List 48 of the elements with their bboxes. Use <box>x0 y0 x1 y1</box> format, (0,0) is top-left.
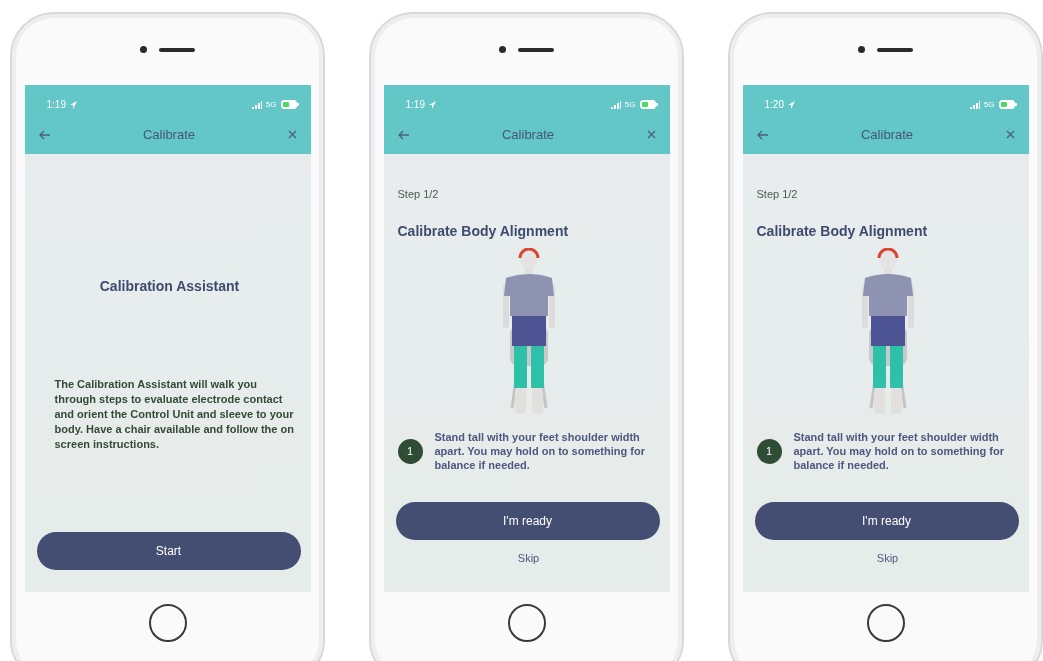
back-arrow-icon <box>38 129 51 140</box>
close-icon <box>287 130 297 139</box>
step-label: Step 1/2 <box>397 188 440 200</box>
location-icon <box>69 100 77 109</box>
description-text: The Calibration Assistant will walk you through steps to evaluate electrode contact and orient the Control Unit and sleeve to your body. Have a chair available and follow the on screen instructions. <box>54 377 295 452</box>
back-arrow-icon <box>397 129 410 140</box>
speaker-slot <box>518 47 554 52</box>
signal-icon <box>610 100 621 109</box>
instruction-text: Stand tall with your feet shoulder width apart. You may hold on to something for balance if needed. <box>793 430 1005 472</box>
close-icon <box>1005 130 1015 139</box>
skip-link[interactable]: Skip <box>517 552 540 564</box>
ready-button[interactable]: I'm ready <box>754 502 1019 540</box>
status-time: 1:19 <box>405 99 425 110</box>
heading: Calibrate Body Alignment <box>756 223 929 239</box>
instruction-text: Stand tall with your feet shoulder width apart. You may hold on to something for balance if needed. <box>434 430 646 472</box>
battery-icon <box>998 100 1017 109</box>
screen-title: Calibrate <box>143 127 195 142</box>
back-arrow-icon <box>756 129 769 140</box>
home-button[interactable] <box>866 604 905 642</box>
start-button[interactable]: Start <box>36 532 301 570</box>
ready-button[interactable]: I'm ready <box>395 502 660 540</box>
step-number-badge: 1 <box>397 438 423 464</box>
status-time: 1:20 <box>764 99 784 110</box>
battery-icon <box>639 100 658 109</box>
speaker-slot <box>159 47 195 52</box>
heading: Calibrate Body Alignment <box>397 223 570 239</box>
location-icon <box>787 100 795 109</box>
speaker-slot <box>877 47 913 52</box>
heading: Calibration Assistant <box>98 278 241 294</box>
screen-title: Calibrate <box>861 127 913 142</box>
signal-icon <box>251 100 262 109</box>
camera-dot <box>140 46 147 53</box>
network-label: 5G <box>983 100 995 109</box>
network-label: 5G <box>265 100 277 109</box>
battery-icon <box>280 100 299 109</box>
status-time: 1:19 <box>46 99 66 110</box>
step-number-badge: 1 <box>756 438 782 464</box>
camera-dot <box>858 46 865 53</box>
screen-title: Calibrate <box>502 127 554 142</box>
close-icon <box>646 130 656 139</box>
home-button[interactable] <box>507 604 546 642</box>
signal-icon <box>969 100 980 109</box>
camera-dot <box>499 46 506 53</box>
step-label: Step 1/2 <box>756 188 799 200</box>
skip-link[interactable]: Skip <box>876 552 899 564</box>
network-label: 5G <box>624 100 636 109</box>
location-icon <box>428 100 436 109</box>
home-button[interactable] <box>148 604 187 642</box>
